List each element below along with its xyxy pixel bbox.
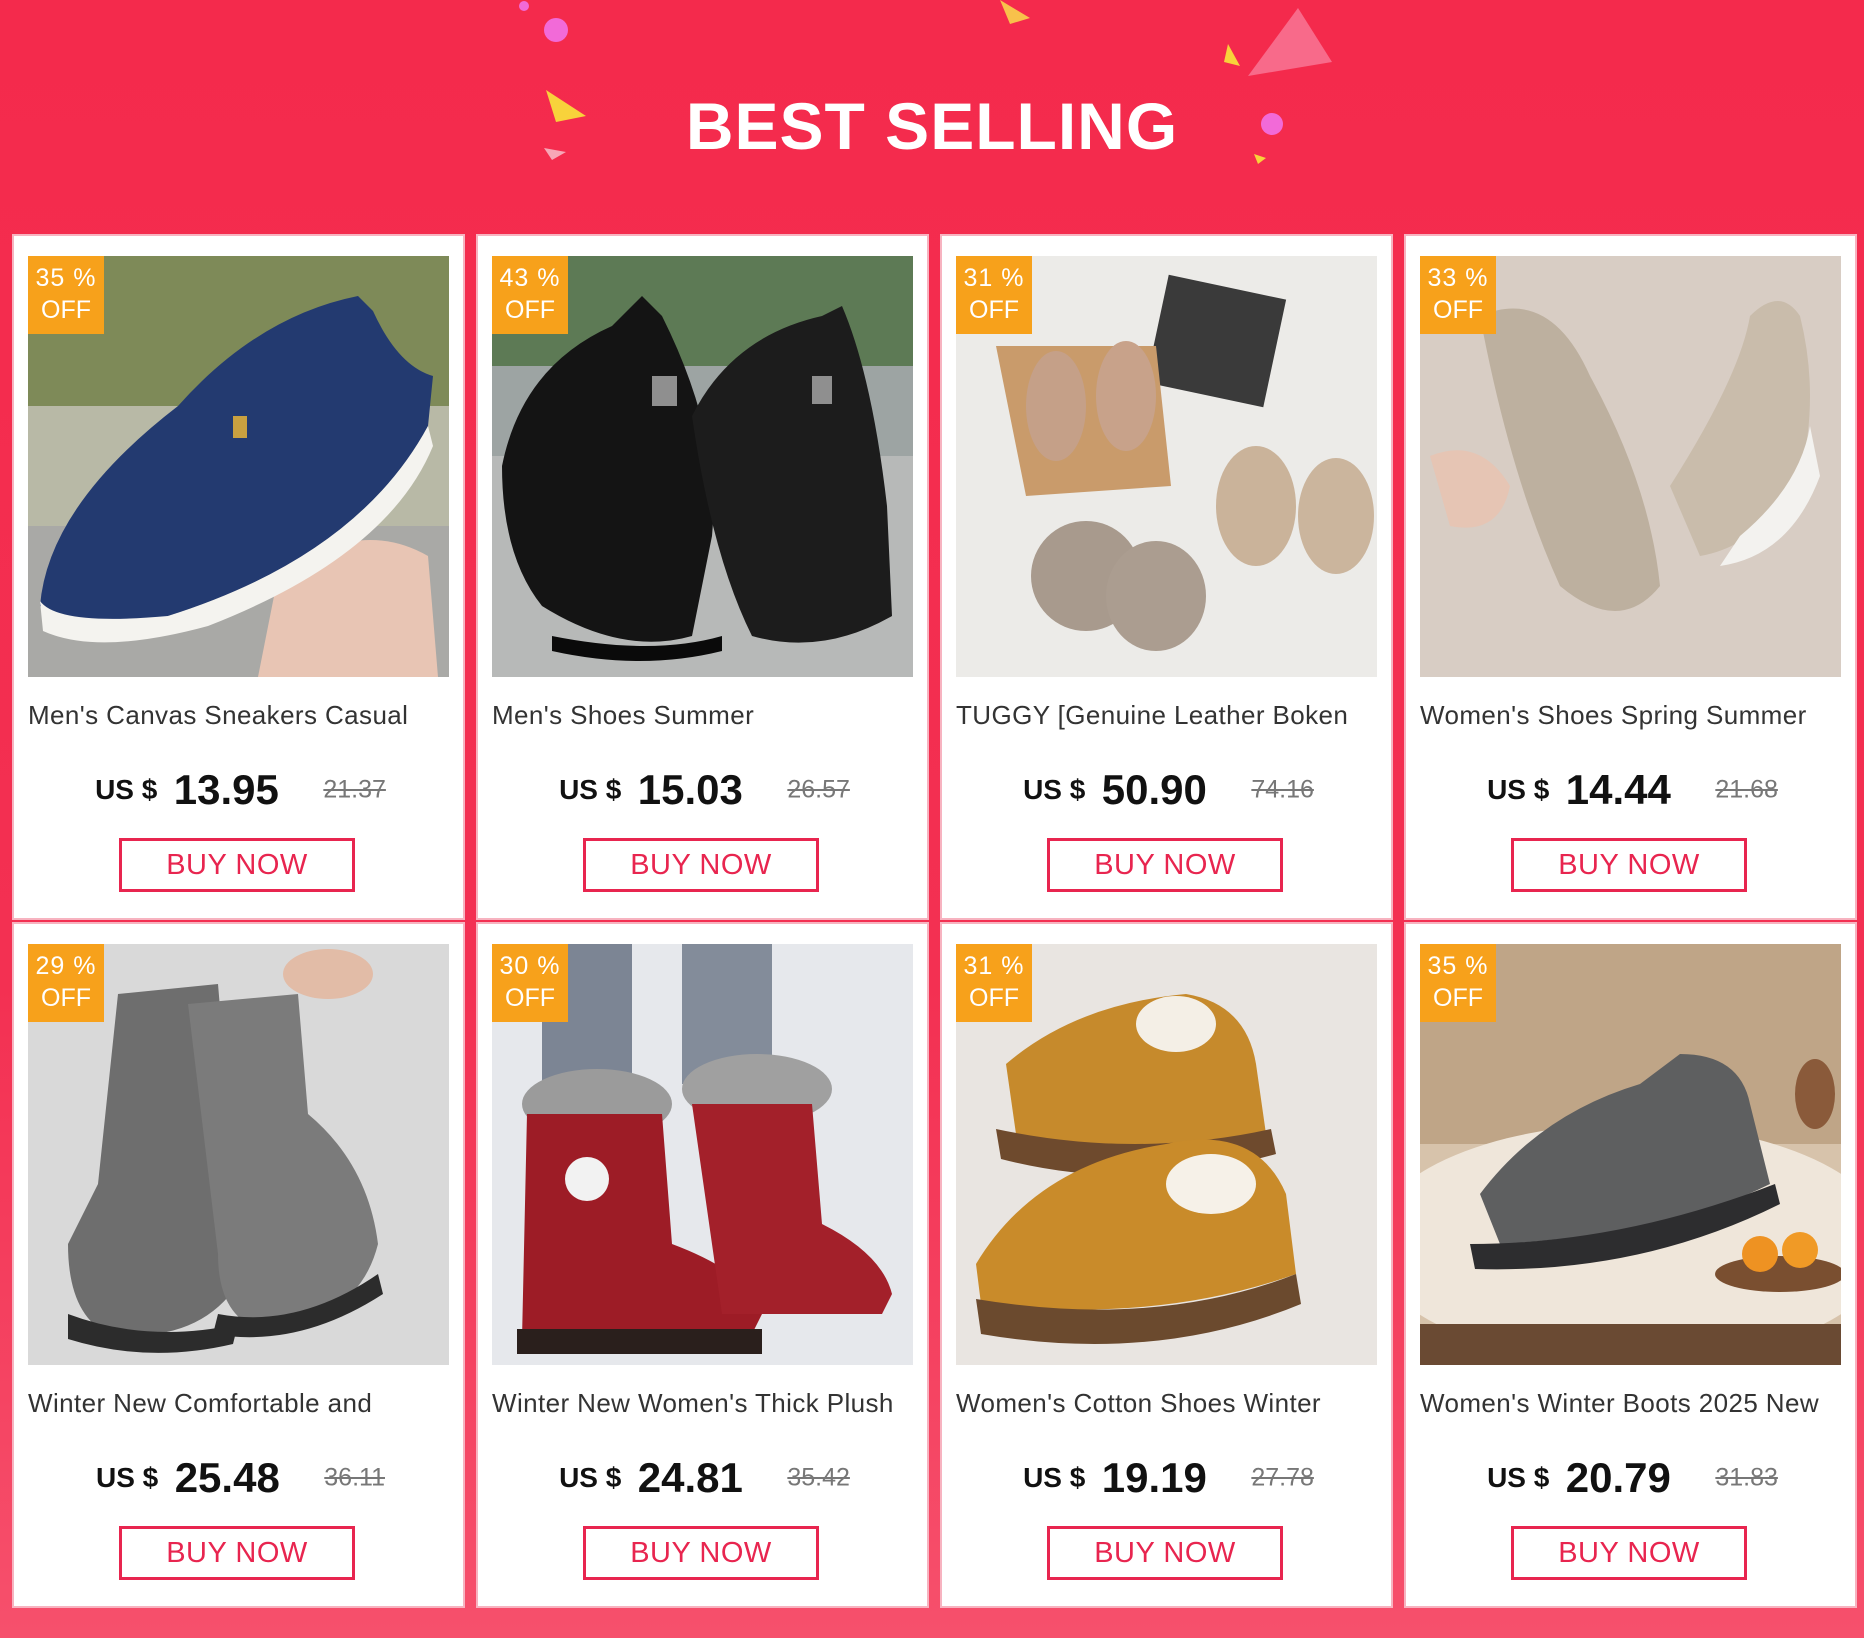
product-card[interactable]: 43 % OFF Men's Shoes Summer US $ 15.03 2… (476, 234, 929, 920)
buy-now-button[interactable]: BUY NOW (583, 838, 819, 892)
product-title[interactable]: Winter New Women's Thick Plush (492, 1388, 918, 1419)
product-title[interactable]: Women's Shoes Spring Summer (1420, 700, 1846, 731)
currency-label: US $ (95, 774, 158, 805)
product-card[interactable]: 33 % OFF Women's Shoes Spring Summer US … (1404, 234, 1857, 920)
original-price: 26.57 (787, 775, 850, 804)
currency-label: US $ (96, 1462, 159, 1493)
original-price: 27.78 (1251, 1463, 1314, 1492)
discount-badge: 29 % OFF (28, 944, 104, 1022)
product-title[interactable]: Winter New Comfortable and (28, 1388, 454, 1419)
product-grid: 35 % OFF Men's Canvas Sneakers Casual US… (12, 234, 1857, 1608)
product-title[interactable]: Men's Shoes Summer (492, 700, 918, 731)
product-card[interactable]: 31 % OFF TUGGY [Genuine Leather Boken US… (940, 234, 1393, 920)
buy-now-button[interactable]: BUY NOW (1511, 838, 1747, 892)
discount-badge: 35 % OFF (28, 256, 104, 334)
buy-now-button[interactable]: BUY NOW (1047, 1526, 1283, 1580)
currency-label: US $ (559, 1462, 622, 1493)
sale-price: 25.48 (174, 1454, 280, 1501)
currency-label: US $ (1023, 774, 1086, 805)
currency-label: US $ (1487, 1462, 1550, 1493)
product-title[interactable]: Men's Canvas Sneakers Casual (28, 700, 454, 731)
original-price: 74.16 (1251, 775, 1314, 804)
product-image[interactable]: 31 % OFF (956, 944, 1377, 1365)
product-card[interactable]: 35 % OFF Women's Winter Boots 2025 New U… (1404, 922, 1857, 1608)
currency-label: US $ (1487, 774, 1550, 805)
sale-price: 14.44 (1565, 766, 1671, 813)
product-image[interactable]: 29 % OFF (28, 944, 449, 1365)
price-row: US $ 20.79 31.83 (1406, 1454, 1859, 1502)
product-title[interactable]: Women's Cotton Shoes Winter (956, 1388, 1382, 1419)
original-price: 35.42 (787, 1463, 850, 1492)
original-price: 21.68 (1715, 775, 1778, 804)
discount-badge: 30 % OFF (492, 944, 568, 1022)
best-selling-banner: BEST SELLING (0, 0, 1864, 236)
product-title[interactable]: TUGGY [Genuine Leather Boken (956, 700, 1382, 731)
price-row: US $ 15.03 26.57 (478, 766, 931, 814)
product-card[interactable]: 30 % OFF Winter New Women's Thick Plush … (476, 922, 929, 1608)
discount-badge: 43 % OFF (492, 256, 568, 334)
product-image[interactable]: 35 % OFF (1420, 944, 1841, 1365)
buy-now-button[interactable]: BUY NOW (1047, 838, 1283, 892)
original-price: 31.83 (1715, 1463, 1778, 1492)
price-row: US $ 25.48 36.11 (14, 1454, 467, 1502)
currency-label: US $ (1023, 1462, 1086, 1493)
sale-price: 24.81 (637, 1454, 743, 1501)
price-row: US $ 19.19 27.78 (942, 1454, 1395, 1502)
price-row: US $ 13.95 21.37 (14, 766, 467, 814)
product-card[interactable]: 29 % OFF Winter New Comfortable and US $… (12, 922, 465, 1608)
discount-badge: 35 % OFF (1420, 944, 1496, 1022)
product-title[interactable]: Women's Winter Boots 2025 New (1420, 1388, 1846, 1419)
product-image[interactable]: 35 % OFF (28, 256, 449, 677)
sale-price: 13.95 (173, 766, 279, 813)
buy-now-button[interactable]: BUY NOW (583, 1526, 819, 1580)
original-price: 36.11 (324, 1463, 385, 1492)
price-row: US $ 50.90 74.16 (942, 766, 1395, 814)
discount-badge: 31 % OFF (956, 944, 1032, 1022)
product-image[interactable]: 43 % OFF (492, 256, 913, 677)
banner-title: BEST SELLING (685, 89, 1179, 163)
sale-price: 20.79 (1565, 1454, 1671, 1501)
product-image[interactable]: 33 % OFF (1420, 256, 1841, 677)
sale-price: 50.90 (1101, 766, 1207, 813)
price-row: US $ 24.81 35.42 (478, 1454, 931, 1502)
discount-badge: 33 % OFF (1420, 256, 1496, 334)
sale-price: 19.19 (1101, 1454, 1207, 1501)
buy-now-button[interactable]: BUY NOW (1511, 1526, 1747, 1580)
product-card[interactable]: 35 % OFF Men's Canvas Sneakers Casual US… (12, 234, 465, 920)
buy-now-button[interactable]: BUY NOW (119, 1526, 355, 1580)
sale-price: 15.03 (637, 766, 743, 813)
discount-badge: 31 % OFF (956, 256, 1032, 334)
product-image[interactable]: 30 % OFF (492, 944, 913, 1365)
price-row: US $ 14.44 21.68 (1406, 766, 1859, 814)
original-price: 21.37 (323, 775, 386, 804)
buy-now-button[interactable]: BUY NOW (119, 838, 355, 892)
currency-label: US $ (559, 774, 622, 805)
product-image[interactable]: 31 % OFF (956, 256, 1377, 677)
product-card[interactable]: 31 % OFF Women's Cotton Shoes Winter US … (940, 922, 1393, 1608)
